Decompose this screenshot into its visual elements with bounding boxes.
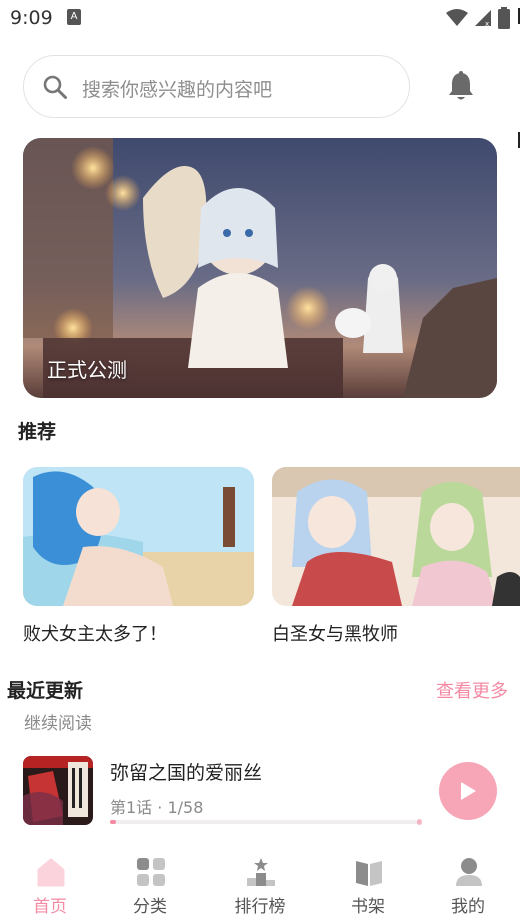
nav-item-category[interactable]: 分类: [105, 846, 195, 924]
status-time: 9:09: [10, 7, 53, 29]
bookshelf-icon: [356, 861, 382, 886]
status-right-group: x: [446, 6, 510, 30]
search-icon: [43, 75, 67, 99]
nav-item-home[interactable]: 首页: [5, 846, 95, 924]
reading-progress-fill: [110, 820, 117, 824]
recommend-card[interactable]: 白圣女与黑牧师: [272, 467, 520, 646]
recommend-card-cover: [23, 467, 254, 606]
search-input[interactable]: 搜索你感兴趣的内容吧: [23, 55, 410, 118]
reading-progress-text: 第1话 · 1/58: [110, 798, 204, 817]
book-title: 弥留之国的爱丽丝: [110, 762, 263, 784]
profile-icon: [456, 858, 482, 886]
nav-label-ranking: 排行榜: [234, 897, 286, 917]
banner-title: 正式公测: [47, 358, 127, 382]
reading-progress-bar: [110, 819, 422, 825]
ranking-icon: [247, 858, 275, 886]
app-notification-icon: A: [67, 9, 81, 25]
wifi-icon: [446, 9, 468, 26]
bell-icon[interactable]: [443, 69, 479, 105]
nav-label-bookshelf: 书架: [351, 897, 385, 917]
category-icon: [137, 858, 165, 886]
search-row: 搜索你感兴趣的内容吧: [23, 55, 497, 119]
recommend-card-title: 败犬女主太多了！: [23, 624, 167, 645]
nav-label-profile: 我的: [451, 897, 485, 917]
nav-label-home: 首页: [33, 897, 67, 917]
recommend-card-title: 白圣女与黑牧师: [272, 624, 398, 645]
continue-reading-label: 继续阅读: [24, 714, 92, 734]
featured-banner[interactable]: 正式公测: [23, 138, 497, 398]
nav-item-bookshelf[interactable]: 书架: [323, 846, 413, 924]
nav-label-category: 分类: [133, 897, 167, 917]
recommend-card[interactable]: 败犬女主太多了！: [23, 467, 254, 646]
nav-item-profile[interactable]: 我的: [423, 846, 513, 924]
reading-progress-end: [417, 819, 422, 825]
cellular-signal-icon: x: [475, 10, 491, 27]
search-placeholder: 搜索你感兴趣的内容吧: [82, 79, 273, 101]
bottom-navigation: 首页 分类 排行榜 书架 我的: [0, 846, 520, 924]
see-more-link[interactable]: 查看更多: [436, 677, 508, 703]
book-cover: [23, 756, 93, 825]
nav-item-ranking[interactable]: 排行榜: [215, 846, 305, 924]
recommend-card-cover: [272, 467, 520, 606]
recommend-section-title: 推荐: [18, 421, 57, 443]
recent-section-title: 最近更新: [7, 680, 84, 702]
home-icon: [37, 858, 65, 887]
svg-text:x: x: [485, 20, 489, 27]
status-bar: 9:09 A x: [0, 0, 520, 36]
continue-play-button[interactable]: [439, 762, 497, 820]
battery-icon: [498, 7, 510, 29]
play-icon: [461, 782, 476, 800]
continue-reading-item[interactable]: 弥留之国的爱丽丝 第1话 · 1/58: [23, 756, 497, 828]
